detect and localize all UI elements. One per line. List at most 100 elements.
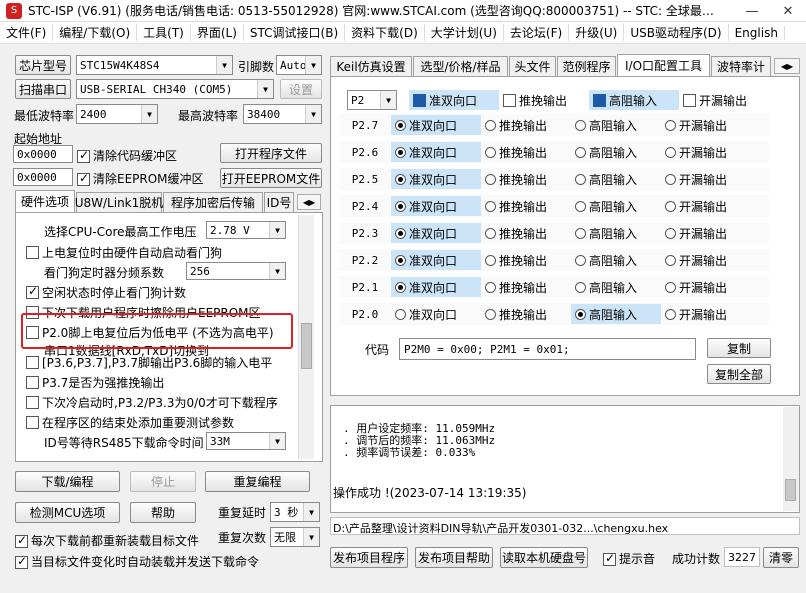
tab-selection-price[interactable]: 选型/价格/样品: [413, 56, 508, 76]
tab-baud-calc[interactable]: 波特率计: [711, 56, 771, 76]
io-mode-option[interactable]: 推挽输出: [481, 142, 571, 162]
settings-button[interactable]: 设置: [280, 79, 322, 99]
uart-switch-checkbox[interactable]: [P3.6,P3.7],P3.7脚输出P3.6脚的输入电平: [26, 354, 272, 371]
tab-keil-sim[interactable]: Keil仿真设置: [330, 56, 412, 76]
reload-target-checkbox[interactable]: 每次下载前都重新装载目标文件: [15, 532, 199, 549]
io-mode-option[interactable]: 准双向口: [391, 277, 481, 297]
menu-item[interactable]: STC调试接口(B): [244, 24, 346, 41]
open-program-button[interactable]: 打开程序文件: [220, 143, 322, 163]
menu-item[interactable]: 资料下载(D): [345, 24, 425, 41]
header-open-drain[interactable]: 开漏输出: [679, 90, 769, 110]
hw-scrollbar[interactable]: [298, 215, 314, 459]
close-button[interactable]: ✕: [770, 0, 806, 22]
code-address-input[interactable]: 0x0000: [13, 145, 73, 163]
port-select[interactable]: USB-SERIAL CH340 (COM5) ▼: [76, 79, 274, 99]
io-mode-option[interactable]: 开漏输出: [661, 277, 751, 297]
copy-all-button[interactable]: 复制全部: [707, 364, 771, 384]
publish-program-button[interactable]: 发布项目程序: [330, 547, 408, 568]
io-mode-option[interactable]: 高阻输入: [571, 169, 661, 189]
help-button[interactable]: 帮助: [130, 502, 196, 523]
chip-model-select[interactable]: STC15W4K48S4 ▼: [76, 55, 233, 75]
tab-u8w-link1[interactable]: U8W/Link1脱机: [75, 192, 163, 212]
copy-button[interactable]: 复制: [707, 338, 771, 358]
io-mode-option[interactable]: 准双向口: [391, 142, 481, 162]
io-mode-option[interactable]: 开漏输出: [661, 169, 751, 189]
minimize-button[interactable]: —: [734, 0, 770, 22]
menu-item[interactable]: USB驱动程序(D): [624, 24, 729, 41]
clear-count-button[interactable]: 清零: [763, 547, 799, 568]
io-mode-option[interactable]: 准双向口: [391, 196, 481, 216]
add-test-params-checkbox[interactable]: 在程序区的结束处添加重要测试参数: [26, 414, 234, 431]
io-mode-option[interactable]: 开漏输出: [661, 304, 751, 324]
pin-count-select[interactable]: Auto ▼: [276, 55, 322, 75]
io-mode-option[interactable]: 开漏输出: [661, 115, 751, 135]
clear-code-checkbox[interactable]: 清除代码缓冲区: [77, 147, 177, 164]
io-mode-option[interactable]: 推挽输出: [481, 169, 571, 189]
menu-item[interactable]: 工具(T): [137, 24, 191, 41]
io-mode-option[interactable]: 高阻输入: [571, 250, 661, 270]
auto-send-checkbox[interactable]: 当目标文件变化时自动装载并发送下载命令: [15, 553, 259, 570]
header-quasi-bidirectional[interactable]: 准双向口: [409, 90, 499, 110]
log-scrollbar[interactable]: [783, 407, 799, 511]
open-eeprom-button[interactable]: 打开EEPROM文件: [220, 168, 322, 188]
repeat-delay-select[interactable]: 3 秒 ▼: [270, 502, 320, 522]
io-mode-option[interactable]: 推挽输出: [481, 196, 571, 216]
beep-checkbox[interactable]: 提示音: [603, 550, 655, 567]
header-high-impedance[interactable]: 高阻输入: [589, 90, 679, 110]
tab-examples[interactable]: 范例程序: [557, 56, 616, 76]
io-mode-option[interactable]: 推挽输出: [481, 115, 571, 135]
io-mode-option[interactable]: 准双向口: [391, 304, 481, 324]
tab-encrypted-transfer[interactable]: 程序加密后传输: [163, 192, 263, 212]
header-push-pull[interactable]: 推挽输出: [499, 90, 589, 110]
io-mode-option[interactable]: 高阻输入: [571, 196, 661, 216]
wdt-divider-select[interactable]: 256 ▼: [186, 262, 286, 280]
io-mode-option[interactable]: 准双向口: [391, 250, 481, 270]
tab-scroll-arrows[interactable]: ◀▶: [774, 58, 800, 74]
tab-scroll-arrows[interactable]: ◀▶: [297, 194, 321, 210]
hw-scrollbar-thumb[interactable]: [301, 323, 312, 369]
p37-push-pull-checkbox[interactable]: P3.7是否为强推挽输出: [26, 374, 164, 391]
reprogram-button[interactable]: 重复编程: [205, 471, 310, 492]
cpu-voltage-select[interactable]: 2.78 V ▼: [206, 221, 286, 239]
cold-boot-checkbox[interactable]: 下次冷启动时,P3.2/P3.3为0/0才可下载程序: [26, 394, 278, 411]
download-program-button[interactable]: 下载/编程: [15, 471, 120, 492]
menu-item[interactable]: 去论坛(F): [504, 24, 570, 41]
min-baud-select[interactable]: 2400 ▼: [76, 104, 158, 124]
watchdog-checkbox[interactable]: 上电复位时由硬件自动启动看门狗: [26, 244, 222, 261]
menu-item[interactable]: 界面(L): [191, 24, 244, 41]
tab-io-config[interactable]: I/O口配置工具: [617, 54, 710, 76]
detect-mcu-button[interactable]: 检测MCU选项: [15, 502, 120, 523]
code-output-field[interactable]: P2M0 = 0x00; P2M1 = 0x01;: [399, 338, 696, 360]
chip-model-button[interactable]: 芯片型号: [15, 55, 71, 75]
io-mode-option[interactable]: 准双向口: [391, 223, 481, 243]
tab-hardware-options[interactable]: 硬件选项: [15, 190, 75, 212]
log-scrollbar-thumb[interactable]: [785, 479, 796, 501]
io-mode-option[interactable]: 准双向口: [391, 115, 481, 135]
menu-item[interactable]: 文件(F): [0, 24, 54, 41]
port-select-dropdown[interactable]: P2 ▼: [347, 90, 397, 110]
io-mode-option[interactable]: 开漏输出: [661, 196, 751, 216]
io-mode-option[interactable]: 推挽输出: [481, 277, 571, 297]
menu-item[interactable]: 大学计划(U): [425, 24, 504, 41]
io-mode-option[interactable]: 开漏输出: [661, 223, 751, 243]
eeprom-address-input[interactable]: 0x0000: [13, 168, 73, 186]
io-mode-option[interactable]: 高阻输入: [571, 304, 661, 324]
io-mode-option[interactable]: 开漏输出: [661, 250, 751, 270]
rs485-wait-select[interactable]: 33M ▼: [206, 432, 286, 450]
tab-header-file[interactable]: 头文件: [509, 56, 556, 76]
max-baud-select[interactable]: 38400 ▼: [243, 104, 322, 124]
io-mode-option[interactable]: 推挽输出: [481, 304, 571, 324]
io-mode-option[interactable]: 推挽输出: [481, 250, 571, 270]
io-mode-option[interactable]: 开漏输出: [661, 142, 751, 162]
stop-button[interactable]: 停止: [130, 471, 196, 492]
scan-port-button[interactable]: 扫描串口: [15, 79, 71, 99]
read-disk-id-button[interactable]: 读取本机硬盘号: [500, 547, 588, 568]
menu-item[interactable]: 升级(U): [569, 24, 625, 41]
menu-item[interactable]: 编程/下载(O): [53, 24, 138, 41]
io-mode-option[interactable]: 准双向口: [391, 169, 481, 189]
repeat-count-select[interactable]: 无限 ▼: [270, 527, 320, 547]
publish-help-button[interactable]: 发布项目帮助: [415, 547, 493, 568]
idle-stop-watchdog-checkbox[interactable]: 空闲状态时停止看门狗计数: [26, 284, 186, 301]
io-mode-option[interactable]: 高阻输入: [571, 277, 661, 297]
clear-eeprom-checkbox[interactable]: 清除EEPROM缓冲区: [77, 170, 204, 187]
